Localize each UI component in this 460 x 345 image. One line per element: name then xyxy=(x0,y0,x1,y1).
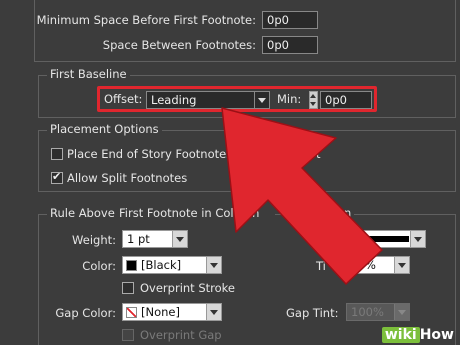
how-logo-text: How xyxy=(419,327,454,343)
wiki-logo-text: wiki xyxy=(381,327,420,343)
pointer-arrow-icon xyxy=(221,107,383,285)
wikihow-watermark: wiki How xyxy=(381,327,454,343)
